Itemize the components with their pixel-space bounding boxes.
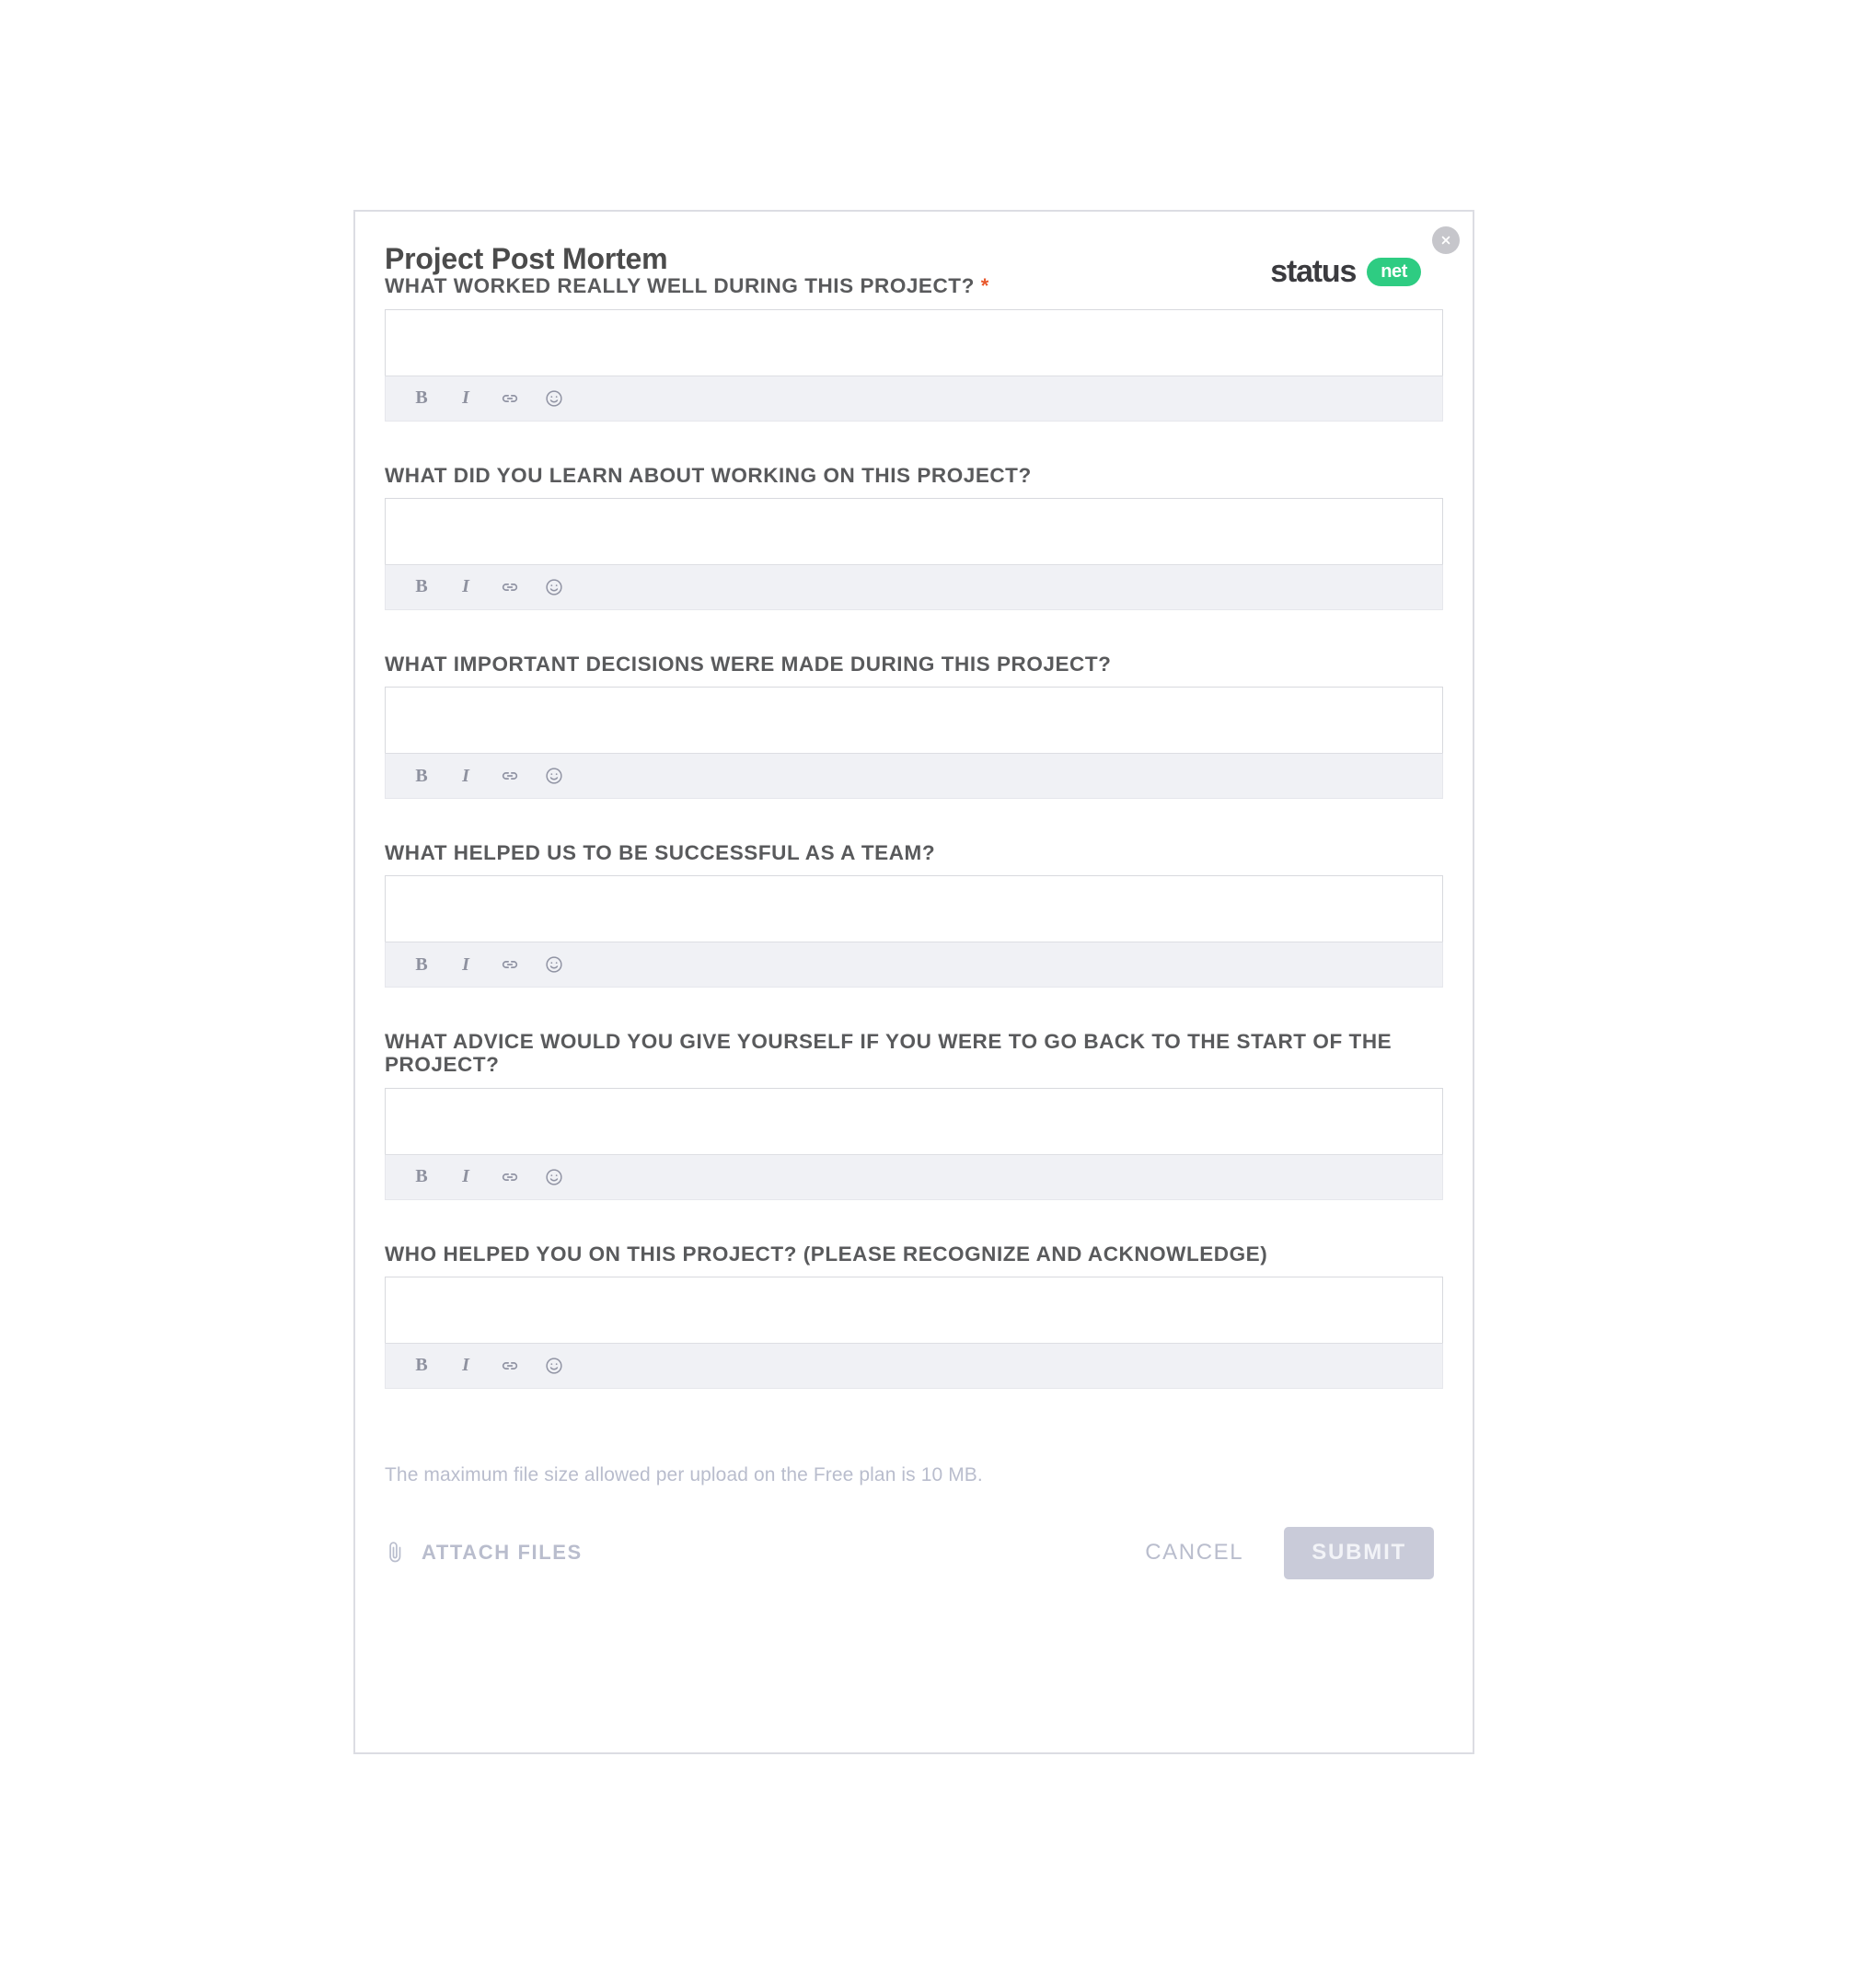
question-label-text: WHAT DID YOU LEARN ABOUT WORKING ON THIS…	[385, 463, 1032, 487]
question-label-text: WHO HELPED YOU ON THIS PROJECT? (PLEASE …	[385, 1242, 1268, 1266]
question-label-text: WHAT HELPED US TO BE SUCCESSFUL AS A TEA…	[385, 841, 936, 864]
editor-toolbar: B I	[385, 375, 1443, 422]
question-label: WHO HELPED YOU ON THIS PROJECT? (PLEASE …	[385, 1242, 1443, 1266]
link-icon[interactable]	[498, 1354, 522, 1378]
bold-button[interactable]: B	[410, 764, 433, 788]
editor-toolbar: B I	[385, 563, 1443, 610]
editor-toolbar: B I	[385, 753, 1443, 799]
rich-text-editor: B I	[385, 875, 1443, 988]
emoji-smiley-icon[interactable]	[542, 1354, 566, 1378]
italic-button[interactable]: I	[454, 387, 478, 410]
modal-footer: The maximum file size allowed per upload…	[385, 1431, 1443, 1607]
link-icon[interactable]	[498, 1165, 522, 1189]
emoji-smiley-icon[interactable]	[542, 575, 566, 599]
paperclip-icon	[385, 1539, 407, 1567]
bold-button[interactable]: B	[410, 953, 433, 977]
statusnet-logo: status net	[1270, 254, 1421, 290]
question-block: WHAT ADVICE WOULD YOU GIVE YOURSELF IF Y…	[385, 1030, 1443, 1200]
question-block: WHO HELPED YOU ON THIS PROJECT? (PLEASE …	[385, 1242, 1443, 1389]
brand-pill-net: net	[1367, 258, 1421, 286]
question-block: WHAT HELPED US TO BE SUCCESSFUL AS A TEA…	[385, 841, 1443, 988]
editor-toolbar: B I	[385, 1342, 1443, 1389]
link-icon[interactable]	[498, 387, 522, 410]
answer-textarea[interactable]	[385, 497, 1443, 564]
italic-button[interactable]: I	[454, 1165, 478, 1189]
file-size-note: The maximum file size allowed per upload…	[385, 1463, 983, 1485]
attach-files-button[interactable]: ATTACH FILES	[385, 1539, 583, 1567]
italic-button[interactable]: I	[454, 1354, 478, 1378]
primary-actions: CANCEL SUBMIT	[1145, 1526, 1434, 1579]
attach-files-label: ATTACH FILES	[422, 1541, 583, 1565]
link-icon[interactable]	[498, 575, 522, 599]
rich-text-editor: B I	[385, 1276, 1443, 1389]
bold-button[interactable]: B	[410, 1165, 433, 1189]
bold-button[interactable]: B	[410, 575, 433, 599]
emoji-smiley-icon[interactable]	[542, 1165, 566, 1189]
question-block: WHAT IMPORTANT DECISIONS WERE MADE DURIN…	[385, 653, 1443, 799]
questions-list: WHAT WORKED REALLY WELL DURING THIS PROJ…	[385, 274, 1443, 1389]
answer-textarea[interactable]	[385, 875, 1443, 942]
project-post-mortem-modal: Project Post Mortem status net WHAT WORK…	[353, 210, 1474, 1754]
bold-button[interactable]: B	[410, 387, 433, 410]
question-block: WHAT DID YOU LEARN ABOUT WORKING ON THIS…	[385, 464, 1443, 610]
rich-text-editor: B I	[385, 497, 1443, 610]
brand-wordmark: status	[1270, 254, 1357, 289]
submit-button[interactable]: SUBMIT	[1284, 1526, 1434, 1579]
rich-text-editor: B I	[385, 687, 1443, 799]
modal-header: Project Post Mortem status net	[385, 226, 1460, 313]
question-label: WHAT IMPORTANT DECISIONS WERE MADE DURIN…	[385, 653, 1443, 676]
link-icon[interactable]	[498, 953, 522, 977]
question-label-text: WHAT IMPORTANT DECISIONS WERE MADE DURIN…	[385, 652, 1112, 676]
bold-button[interactable]: B	[410, 1354, 433, 1378]
italic-button[interactable]: I	[454, 953, 478, 977]
question-label-text: WHAT ADVICE WOULD YOU GIVE YOURSELF IF Y…	[385, 1030, 1393, 1077]
page-background: Project Post Mortem status net WHAT WORK…	[0, 0, 1849, 1988]
close-icon	[1439, 233, 1453, 248]
answer-textarea[interactable]	[385, 687, 1443, 753]
question-label: WHAT HELPED US TO BE SUCCESSFUL AS A TEA…	[385, 841, 1443, 864]
question-label: WHAT DID YOU LEARN ABOUT WORKING ON THIS…	[385, 464, 1443, 487]
emoji-smiley-icon[interactable]	[542, 953, 566, 977]
cancel-button[interactable]: CANCEL	[1145, 1540, 1243, 1566]
italic-button[interactable]: I	[454, 764, 478, 788]
answer-textarea[interactable]	[385, 1087, 1443, 1154]
editor-toolbar: B I	[385, 942, 1443, 988]
rich-text-editor: B I	[385, 308, 1443, 422]
close-button[interactable]	[1432, 226, 1460, 254]
emoji-smiley-icon[interactable]	[542, 387, 566, 410]
answer-textarea[interactable]	[385, 308, 1443, 376]
editor-toolbar: B I	[385, 1153, 1443, 1200]
link-icon[interactable]	[498, 764, 522, 788]
footer-actions: ATTACH FILES CANCEL SUBMIT	[385, 1526, 1443, 1579]
rich-text-editor: B I	[385, 1087, 1443, 1200]
question-label: WHAT ADVICE WOULD YOU GIVE YOURSELF IF Y…	[385, 1030, 1443, 1076]
page-title: Project Post Mortem	[385, 242, 668, 275]
emoji-smiley-icon[interactable]	[542, 764, 566, 788]
italic-button[interactable]: I	[454, 575, 478, 599]
answer-textarea[interactable]	[385, 1276, 1443, 1343]
